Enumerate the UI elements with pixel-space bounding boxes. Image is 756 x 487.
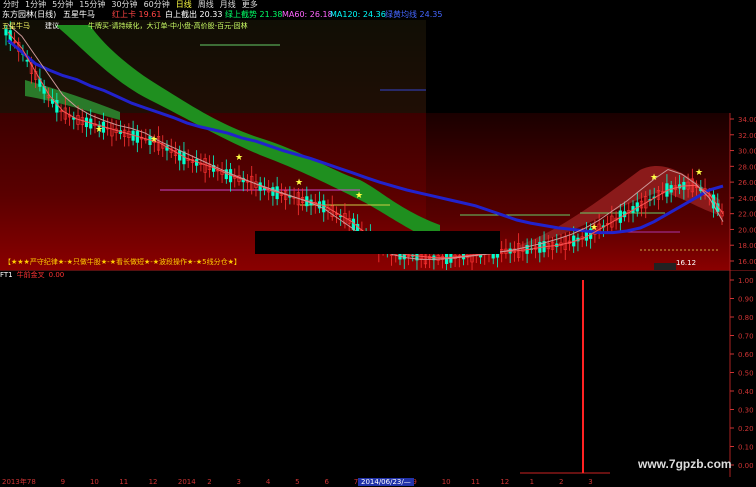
price-tick-label: 24.00 bbox=[738, 195, 756, 203]
sub-indicator-chart[interactable]: 0.00 0.10 0.20 0.30 0.40 0.50 0.60 0.70 0.80 0.90… bbox=[0, 270, 756, 477]
masked-region bbox=[255, 231, 500, 254]
menu-item-1min[interactable]: 1分钟 bbox=[25, 0, 46, 9]
sub-tick-label: 0.30 bbox=[738, 407, 754, 415]
indicator-info-bar: 东方园林(日线) 五星牛马 红上卡 19.61 白上截出 20.33 绿上截势 … bbox=[0, 10, 756, 20]
sub-tick-label: 0.90 bbox=[738, 296, 754, 304]
date-tick-label: 4 bbox=[265, 478, 271, 486]
price-tick-label: 18.00 bbox=[738, 242, 756, 250]
price-tick-label: 28.00 bbox=[738, 163, 756, 171]
header-label-2: 建议 bbox=[45, 21, 59, 30]
date-tick-label: 5 bbox=[295, 478, 300, 486]
date-tick-label: 2013年7 bbox=[2, 478, 32, 486]
ma60-value: MA60: 26.18 bbox=[282, 10, 333, 19]
sub-axis-ticks: 0.00 0.10 0.20 0.30 0.40 0.50 0.60 0.70 0.80 0.90… bbox=[730, 277, 754, 470]
date-tick-label: 11 bbox=[119, 478, 129, 486]
sub-signal-bars bbox=[520, 280, 610, 474]
sub-tick-label: 0.60 bbox=[738, 351, 754, 359]
candle-body bbox=[55, 99, 59, 113]
header-label-1: 五星牛马 bbox=[2, 21, 30, 30]
upper-card-value: 红上卡 19.61 bbox=[112, 10, 162, 19]
menu-item-fenshi[interactable]: 分时 bbox=[3, 0, 19, 9]
signal-star-icon: ★ bbox=[355, 191, 363, 201]
date-tick-label: 2 bbox=[558, 478, 564, 486]
ma120-value: MA120: 24.36 bbox=[330, 10, 386, 19]
price-tick-label: 16.00 bbox=[738, 258, 756, 266]
date-tick-label: 12 bbox=[148, 478, 158, 486]
price-tick-label: 20.00 bbox=[738, 226, 756, 234]
sub-tick-label: 0.50 bbox=[738, 370, 754, 378]
trading-motto: 【★★★严守纪律★-★只做牛股★-★看长做短★-★波段操作★-★5线分仓★】 bbox=[4, 257, 241, 266]
sub-tick-label: 1.00 bbox=[738, 277, 754, 285]
price-axis-ticks: 16.00 18.00 20.00 22.00 24.00 26.00 28.00 30.00… bbox=[730, 116, 756, 266]
price-tick-label: 30.00 bbox=[738, 148, 756, 156]
stock-name: 东方园林(日线) bbox=[2, 10, 57, 19]
sub-tick-label: 0.80 bbox=[738, 314, 754, 322]
green-line-value: 绿上截势 21.38 bbox=[225, 10, 283, 19]
date-tick-label: 3 bbox=[588, 478, 593, 486]
signal-star-icon: ★ bbox=[150, 135, 158, 145]
date-tick-label: 2 bbox=[207, 478, 212, 486]
signal-star-icon: ★ bbox=[95, 125, 103, 135]
bottom-price-tag: 16.12 bbox=[676, 259, 696, 267]
menu-item-weekly[interactable]: 周线 bbox=[198, 0, 214, 9]
extra-line-value: 绿黄均线 24.35 bbox=[385, 10, 443, 19]
date-tick-label: 11 bbox=[471, 478, 480, 486]
menu-item-daily[interactable]: 日线 bbox=[176, 0, 192, 9]
header-note: 牛牌买-请持续化，大订单-中小盘-高价股-百元-固林 bbox=[88, 21, 248, 30]
signal-star-icon: ★ bbox=[235, 153, 243, 163]
date-tick-label: 6 bbox=[324, 478, 329, 486]
date-tick-label: 1 bbox=[529, 478, 535, 486]
date-tick-label: 12 bbox=[500, 478, 510, 486]
sub-tick-label: 0.00 bbox=[738, 462, 754, 470]
candle-body bbox=[4, 29, 8, 36]
signal-star-icon: ★ bbox=[695, 168, 703, 178]
sub-tick-label: 0.20 bbox=[738, 425, 754, 433]
signal-star-icon: ★ bbox=[590, 223, 598, 233]
signal-star-icon: ★ bbox=[295, 178, 303, 188]
sub-tick-label: 0.10 bbox=[738, 444, 754, 452]
date-marker[interactable]: 2014/06/23/— bbox=[358, 478, 414, 486]
sub-tick-label: 0.70 bbox=[738, 333, 754, 341]
menu-item-5min[interactable]: 5分钟 bbox=[52, 0, 73, 9]
menu-item-30min[interactable]: 30分钟 bbox=[111, 0, 137, 9]
date-tick-label: 10 bbox=[441, 478, 451, 486]
price-tick-label: 32.00 bbox=[738, 132, 756, 140]
date-tick-label: 9 bbox=[60, 478, 66, 486]
date-tick-label: 2014 bbox=[177, 478, 196, 486]
price-tick-label: 26.00 bbox=[738, 179, 756, 187]
date-tick-label: 3 bbox=[236, 478, 241, 486]
signal-star-icon: ★ bbox=[650, 173, 658, 183]
date-tick-label: 10 bbox=[89, 478, 99, 486]
menu-item-15min[interactable]: 15分钟 bbox=[79, 0, 105, 9]
upper-break-value: 白上截出 20.33 bbox=[165, 10, 223, 19]
sub-tick-label: 0.40 bbox=[738, 388, 754, 396]
candle-body bbox=[25, 59, 29, 62]
price-tick-label: 22.00 bbox=[738, 211, 756, 219]
bottom-tag-bg bbox=[654, 263, 676, 270]
menu-item-monthly[interactable]: 月线 bbox=[220, 0, 236, 9]
watermark: www.7gpzb.com bbox=[638, 457, 732, 471]
menu-item-60min[interactable]: 60分钟 bbox=[144, 0, 170, 9]
date-tick-label: 8 bbox=[31, 478, 36, 486]
period-menu: 分时 1分钟 5分钟 15分钟 30分钟 60分钟 日线 周线 月线 更多 bbox=[0, 0, 756, 10]
menu-item-more[interactable]: 更多 bbox=[242, 0, 258, 9]
indicator-name: 五星牛马 bbox=[63, 10, 95, 19]
price-tick-label: 34.00 bbox=[738, 116, 756, 124]
